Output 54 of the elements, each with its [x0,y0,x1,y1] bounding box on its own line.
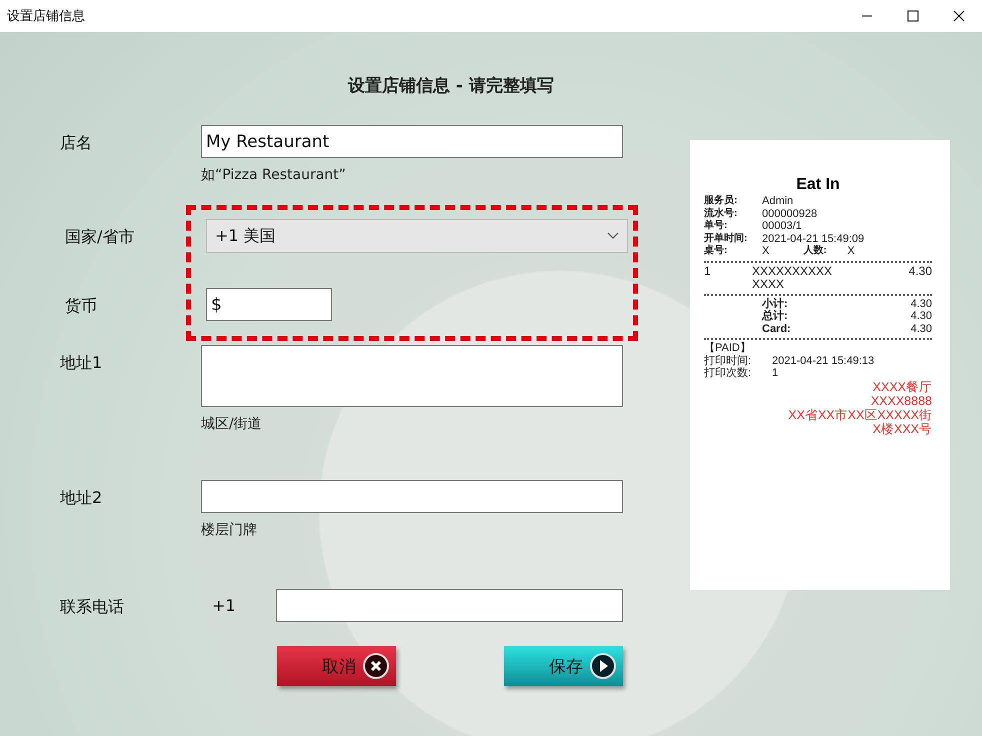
total-value: 4.30 [910,298,932,310]
receipt-status: 【PAID】 [704,342,752,354]
store-info-line: XX省XX市XX区XXXXX街 [788,408,932,422]
receipt-value: 1 [772,367,778,380]
receipt-label: 打印时间: [704,354,752,367]
receipt-value: 2021-04-21 15:49:13 [772,354,874,367]
receipt-label: 开单时间: [704,232,748,244]
country-dropdown[interactable]: +1 美国 [206,219,628,253]
field-label: 店名 [60,132,93,154]
receipt-label: 服务员: [704,195,738,207]
field-label: 地址2 [60,487,104,509]
receipt-label: 流水号: [704,208,738,220]
total-value: 4.30 [910,322,932,335]
field-label: 货币 [65,295,98,317]
receipt-value: 00003/1 [762,220,802,232]
field-hint: 如“Pizza Restaurant” [201,166,347,184]
play-icon [589,652,617,680]
chevron-down-icon [607,232,619,240]
receipt-label: 打印次数: [704,367,752,380]
receipt-label: 单号: [704,220,728,232]
text-field[interactable]: My Restaurant [201,125,623,158]
currency-field[interactable]: $ [206,288,332,321]
total-value: 4.30 [910,310,932,322]
field-label: 联系电话 [60,596,125,618]
store-info-line: XXXX8888 [870,394,932,408]
phone-prefix: +1 [211,596,237,615]
total-label: 总计: [762,310,789,322]
receipt-value: X [762,245,770,258]
window-title: 设置店铺信息 [6,8,85,25]
item-price: 4.30 [908,264,932,278]
field-label: 国家/省市 [65,226,136,248]
receipt-value: X [847,245,855,258]
save-button[interactable]: 保存 [504,646,623,686]
item-name: XXXXXXXXXX [752,264,832,278]
store-info-line: X楼XXX号 [872,422,932,436]
field-hint: 城区/街道 [201,415,263,433]
form-heading: 设置店铺信息 - 请完整填写 [348,75,555,98]
close-icon [362,652,390,680]
store-info-line: XXXX餐厅 [872,380,932,394]
address-field[interactable] [201,345,623,407]
field-label: 地址1 [60,352,104,374]
receipt-title: Eat In [795,176,841,194]
item-quantity: 1 [704,264,711,278]
receipt-label: 人数: [803,245,828,258]
receipt-value: Admin [762,195,794,208]
total-label: Card: [762,322,792,335]
item-name: XXXX [752,276,784,290]
receipt-value: 2021-04-21 15:49:09 [762,232,864,244]
phone-field[interactable] [276,589,623,622]
text-field[interactable] [201,480,623,513]
field-hint: 楼层门牌 [201,521,258,539]
receipt-label: 桌号: [704,245,728,258]
receipt-value: 000000928 [762,208,818,220]
total-label: 小计: [762,298,789,310]
